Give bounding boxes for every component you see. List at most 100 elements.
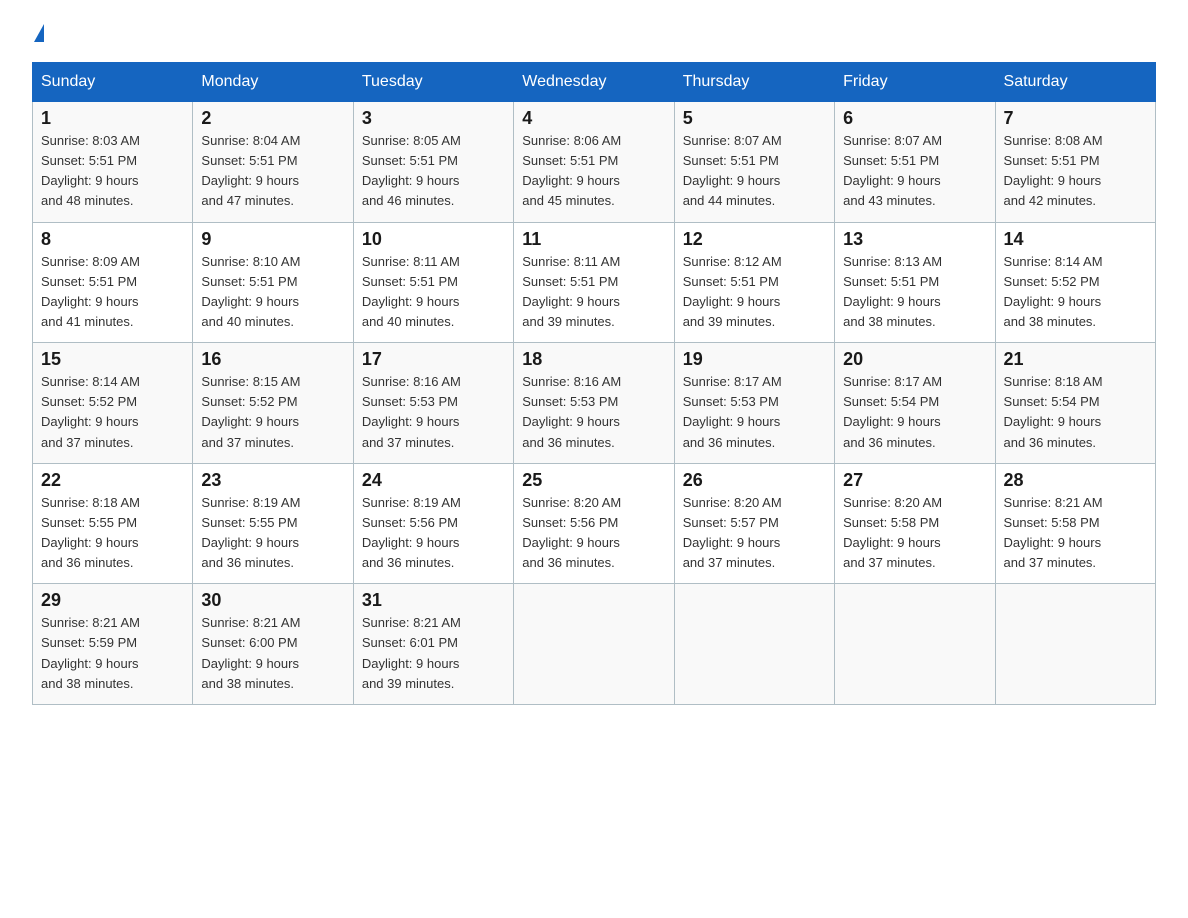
logo-triangle-icon	[34, 24, 44, 42]
day-info: Sunrise: 8:08 AMSunset: 5:51 PMDaylight:…	[1004, 131, 1147, 212]
day-info: Sunrise: 8:11 AMSunset: 5:51 PMDaylight:…	[522, 252, 665, 333]
header-monday: Monday	[193, 63, 353, 102]
day-number: 15	[41, 349, 184, 370]
calendar-cell: 21 Sunrise: 8:18 AMSunset: 5:54 PMDaylig…	[995, 343, 1155, 464]
day-info: Sunrise: 8:11 AMSunset: 5:51 PMDaylight:…	[362, 252, 505, 333]
calendar-cell	[835, 584, 995, 705]
day-number: 11	[522, 229, 665, 250]
page-header	[32, 24, 1156, 42]
day-number: 27	[843, 470, 986, 491]
calendar-cell	[995, 584, 1155, 705]
day-number: 3	[362, 108, 505, 129]
header-friday: Friday	[835, 63, 995, 102]
logo	[32, 24, 44, 42]
day-number: 16	[201, 349, 344, 370]
day-info: Sunrise: 8:21 AMSunset: 6:00 PMDaylight:…	[201, 613, 344, 694]
header-thursday: Thursday	[674, 63, 834, 102]
day-number: 26	[683, 470, 826, 491]
calendar-cell: 28 Sunrise: 8:21 AMSunset: 5:58 PMDaylig…	[995, 463, 1155, 584]
day-info: Sunrise: 8:19 AMSunset: 5:55 PMDaylight:…	[201, 493, 344, 574]
header-tuesday: Tuesday	[353, 63, 513, 102]
calendar-cell: 27 Sunrise: 8:20 AMSunset: 5:58 PMDaylig…	[835, 463, 995, 584]
day-number: 7	[1004, 108, 1147, 129]
day-info: Sunrise: 8:21 AMSunset: 6:01 PMDaylight:…	[362, 613, 505, 694]
day-number: 29	[41, 590, 184, 611]
day-number: 2	[201, 108, 344, 129]
calendar-cell: 1 Sunrise: 8:03 AMSunset: 5:51 PMDayligh…	[33, 102, 193, 223]
day-number: 6	[843, 108, 986, 129]
day-info: Sunrise: 8:16 AMSunset: 5:53 PMDaylight:…	[522, 372, 665, 453]
day-info: Sunrise: 8:07 AMSunset: 5:51 PMDaylight:…	[683, 131, 826, 212]
calendar-cell: 24 Sunrise: 8:19 AMSunset: 5:56 PMDaylig…	[353, 463, 513, 584]
day-info: Sunrise: 8:07 AMSunset: 5:51 PMDaylight:…	[843, 131, 986, 212]
calendar-cell: 20 Sunrise: 8:17 AMSunset: 5:54 PMDaylig…	[835, 343, 995, 464]
day-info: Sunrise: 8:21 AMSunset: 5:58 PMDaylight:…	[1004, 493, 1147, 574]
calendar-cell: 31 Sunrise: 8:21 AMSunset: 6:01 PMDaylig…	[353, 584, 513, 705]
day-info: Sunrise: 8:04 AMSunset: 5:51 PMDaylight:…	[201, 131, 344, 212]
calendar-week-row: 22 Sunrise: 8:18 AMSunset: 5:55 PMDaylig…	[33, 463, 1156, 584]
day-info: Sunrise: 8:14 AMSunset: 5:52 PMDaylight:…	[1004, 252, 1147, 333]
calendar-cell: 25 Sunrise: 8:20 AMSunset: 5:56 PMDaylig…	[514, 463, 674, 584]
calendar-cell: 10 Sunrise: 8:11 AMSunset: 5:51 PMDaylig…	[353, 222, 513, 343]
day-number: 25	[522, 470, 665, 491]
day-number: 24	[362, 470, 505, 491]
calendar-cell: 22 Sunrise: 8:18 AMSunset: 5:55 PMDaylig…	[33, 463, 193, 584]
calendar-cell: 12 Sunrise: 8:12 AMSunset: 5:51 PMDaylig…	[674, 222, 834, 343]
day-info: Sunrise: 8:19 AMSunset: 5:56 PMDaylight:…	[362, 493, 505, 574]
day-info: Sunrise: 8:10 AMSunset: 5:51 PMDaylight:…	[201, 252, 344, 333]
day-info: Sunrise: 8:06 AMSunset: 5:51 PMDaylight:…	[522, 131, 665, 212]
calendar-cell: 14 Sunrise: 8:14 AMSunset: 5:52 PMDaylig…	[995, 222, 1155, 343]
day-number: 23	[201, 470, 344, 491]
calendar-cell	[674, 584, 834, 705]
calendar-header-row: SundayMondayTuesdayWednesdayThursdayFrid…	[33, 63, 1156, 102]
header-saturday: Saturday	[995, 63, 1155, 102]
day-number: 30	[201, 590, 344, 611]
day-info: Sunrise: 8:21 AMSunset: 5:59 PMDaylight:…	[41, 613, 184, 694]
calendar-week-row: 8 Sunrise: 8:09 AMSunset: 5:51 PMDayligh…	[33, 222, 1156, 343]
calendar-cell: 18 Sunrise: 8:16 AMSunset: 5:53 PMDaylig…	[514, 343, 674, 464]
day-number: 17	[362, 349, 505, 370]
day-info: Sunrise: 8:05 AMSunset: 5:51 PMDaylight:…	[362, 131, 505, 212]
calendar-cell: 4 Sunrise: 8:06 AMSunset: 5:51 PMDayligh…	[514, 102, 674, 223]
calendar-cell: 9 Sunrise: 8:10 AMSunset: 5:51 PMDayligh…	[193, 222, 353, 343]
calendar-cell: 7 Sunrise: 8:08 AMSunset: 5:51 PMDayligh…	[995, 102, 1155, 223]
calendar-cell: 2 Sunrise: 8:04 AMSunset: 5:51 PMDayligh…	[193, 102, 353, 223]
day-info: Sunrise: 8:16 AMSunset: 5:53 PMDaylight:…	[362, 372, 505, 453]
day-info: Sunrise: 8:12 AMSunset: 5:51 PMDaylight:…	[683, 252, 826, 333]
day-number: 14	[1004, 229, 1147, 250]
calendar-cell: 6 Sunrise: 8:07 AMSunset: 5:51 PMDayligh…	[835, 102, 995, 223]
calendar-week-row: 29 Sunrise: 8:21 AMSunset: 5:59 PMDaylig…	[33, 584, 1156, 705]
header-sunday: Sunday	[33, 63, 193, 102]
calendar-cell: 19 Sunrise: 8:17 AMSunset: 5:53 PMDaylig…	[674, 343, 834, 464]
calendar-cell	[514, 584, 674, 705]
calendar-cell: 23 Sunrise: 8:19 AMSunset: 5:55 PMDaylig…	[193, 463, 353, 584]
day-info: Sunrise: 8:03 AMSunset: 5:51 PMDaylight:…	[41, 131, 184, 212]
day-number: 8	[41, 229, 184, 250]
calendar-cell: 11 Sunrise: 8:11 AMSunset: 5:51 PMDaylig…	[514, 222, 674, 343]
day-number: 20	[843, 349, 986, 370]
day-number: 1	[41, 108, 184, 129]
day-info: Sunrise: 8:20 AMSunset: 5:56 PMDaylight:…	[522, 493, 665, 574]
day-info: Sunrise: 8:17 AMSunset: 5:53 PMDaylight:…	[683, 372, 826, 453]
calendar-cell: 26 Sunrise: 8:20 AMSunset: 5:57 PMDaylig…	[674, 463, 834, 584]
day-info: Sunrise: 8:14 AMSunset: 5:52 PMDaylight:…	[41, 372, 184, 453]
day-number: 13	[843, 229, 986, 250]
calendar-cell: 13 Sunrise: 8:13 AMSunset: 5:51 PMDaylig…	[835, 222, 995, 343]
calendar-cell: 30 Sunrise: 8:21 AMSunset: 6:00 PMDaylig…	[193, 584, 353, 705]
day-info: Sunrise: 8:18 AMSunset: 5:55 PMDaylight:…	[41, 493, 184, 574]
day-number: 4	[522, 108, 665, 129]
day-number: 10	[362, 229, 505, 250]
calendar-cell: 15 Sunrise: 8:14 AMSunset: 5:52 PMDaylig…	[33, 343, 193, 464]
day-number: 31	[362, 590, 505, 611]
day-number: 21	[1004, 349, 1147, 370]
calendar-week-row: 1 Sunrise: 8:03 AMSunset: 5:51 PMDayligh…	[33, 102, 1156, 223]
calendar-cell: 3 Sunrise: 8:05 AMSunset: 5:51 PMDayligh…	[353, 102, 513, 223]
day-number: 18	[522, 349, 665, 370]
day-number: 22	[41, 470, 184, 491]
calendar-cell: 8 Sunrise: 8:09 AMSunset: 5:51 PMDayligh…	[33, 222, 193, 343]
day-info: Sunrise: 8:17 AMSunset: 5:54 PMDaylight:…	[843, 372, 986, 453]
day-info: Sunrise: 8:20 AMSunset: 5:58 PMDaylight:…	[843, 493, 986, 574]
day-info: Sunrise: 8:15 AMSunset: 5:52 PMDaylight:…	[201, 372, 344, 453]
day-number: 28	[1004, 470, 1147, 491]
calendar-cell: 16 Sunrise: 8:15 AMSunset: 5:52 PMDaylig…	[193, 343, 353, 464]
